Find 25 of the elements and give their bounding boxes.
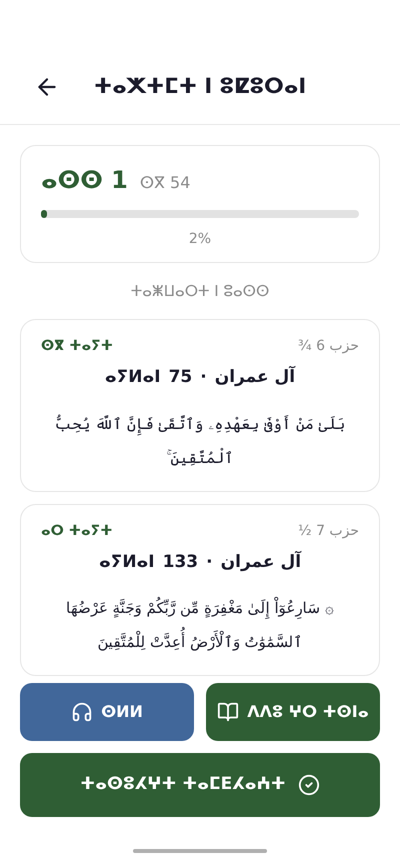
ayah-word: ⴰⵢⵍⴰⵏ xyxy=(98,550,155,574)
verse-range-label: ⴰⵔ ⵜⴰⵢⵜ xyxy=(41,522,113,540)
ayah-number: 75 xyxy=(168,366,192,389)
complete-button[interactable]: ⵜⴰⵙⵓⵃⵖⵜ ⵜⴰⵎⴹⵃⴰⵄⵜ xyxy=(20,753,380,817)
separator-dot: · xyxy=(206,550,213,574)
verse-text: بَلَىٰ مَنْ أَوْفَىٰ بِعَهْدِهِۦ وَٱتَّقَىٰ فَإِنَّ ٱللَّهَ يُحِبُّ ٱلْمُتَّقِينَ ۚ xyxy=(53,414,347,468)
book-icon xyxy=(217,701,240,723)
check-circle-icon xyxy=(298,774,320,796)
go-to-page-button[interactable]: ⴷⴷⵓ ⵖⵔ ⵜⵙⵏⴰ xyxy=(206,683,380,741)
total-days: ⵙⴳ 54 xyxy=(140,171,190,195)
headphones-icon xyxy=(71,701,94,723)
progress-percent: 2% xyxy=(188,231,212,247)
ayah-word: ⴰⵢⵍⴰⵏ xyxy=(104,366,161,389)
listen-button[interactable]: ⵙⵍⵍ xyxy=(20,683,194,741)
verse-range-label: ⵙⴳ ⵜⴰⵢⵜ xyxy=(41,337,113,356)
separator-dot: · xyxy=(200,366,207,389)
surah-name: آل عمران xyxy=(220,550,302,574)
ayah-number: 133 xyxy=(162,550,198,574)
surah-name: آل عمران xyxy=(214,365,296,389)
day-number: ⴰⵙⵙ 1 xyxy=(41,165,128,196)
verse-text: ۞ سَارِعُوٓاْ إِلَىٰ مَغْفِرَةٍ مِّن رَّبِّكُمْ وَجَنَّةٍ عَرْضُهَا ٱلسَّمَٰوَٰتُ وَٱلْأَرْضُ أُعِدَّتْ لِلْمُتَّقِينَ xyxy=(41,591,359,659)
hizb-label: حزب 6 ¾ xyxy=(298,337,359,356)
hizb-label: حزب 7 ½ xyxy=(298,522,359,540)
section-title: ⵜⴰⵥⵡⴰⵔⵜ ⵏ ⵓⴰⵙⵙ xyxy=(130,282,270,300)
page-title: ⵜⴰⵅⵜⵎⵜ ⵏ ⵓⵇⵓⵔⴰⵏ xyxy=(94,73,306,100)
